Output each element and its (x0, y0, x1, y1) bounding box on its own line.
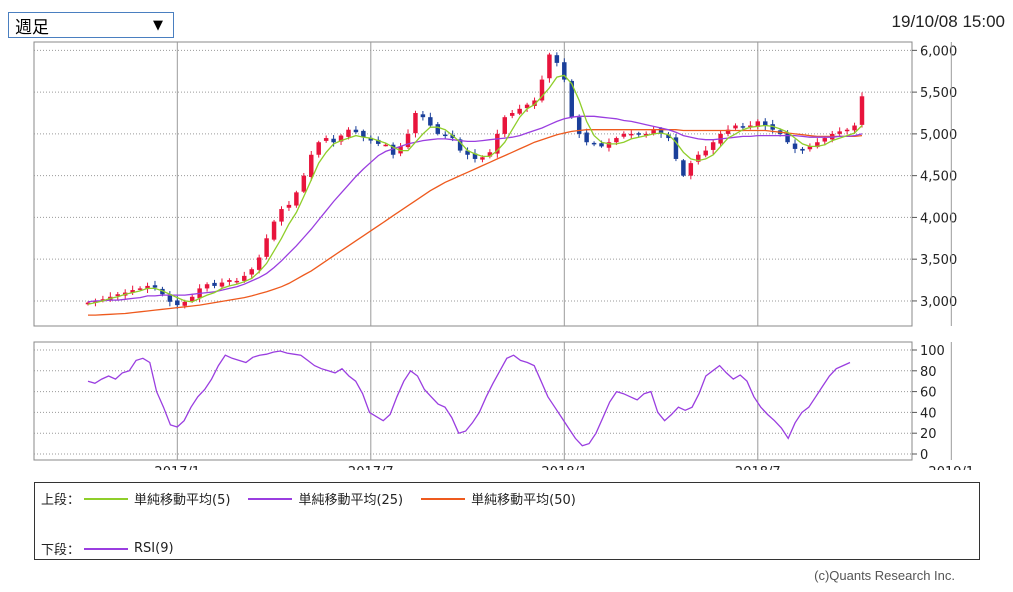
candle-body (219, 282, 225, 287)
candle-body (212, 282, 217, 286)
rsi-tick-label: 60 (920, 386, 937, 401)
candle-body (822, 138, 828, 142)
candle-body (175, 300, 180, 306)
candle-body (323, 138, 329, 141)
x-tick-label: 2017/1 (154, 465, 200, 470)
candle-body (599, 143, 604, 147)
candle-body (309, 154, 314, 177)
candle-body (480, 157, 485, 160)
x-tick-label: 2018/7 (735, 465, 781, 470)
candle-body (242, 275, 247, 281)
legend-item-rsi: RSI(9) (80, 541, 174, 556)
legend-item-sma25: 単純移動平均(25) (244, 489, 403, 508)
copyright: (c)Quants Research Inc. (814, 568, 955, 583)
candle-body (576, 117, 582, 134)
candle-body (279, 209, 284, 222)
candle-body (331, 138, 336, 143)
candle-body (420, 114, 426, 118)
candle-body (792, 143, 798, 149)
candle-body (346, 129, 351, 137)
candle-body (554, 55, 560, 63)
legend-item-sma50: 単純移動平均(50) (417, 489, 576, 508)
candle-body (844, 129, 850, 132)
candle-body (137, 288, 143, 290)
candle-body (547, 54, 552, 79)
rsi-tick-label: 100 (920, 344, 945, 359)
candle-body (428, 117, 433, 126)
legend-label-sma25: 単純移動平均(25) (298, 493, 404, 508)
candle-body (294, 192, 299, 206)
rsi-panel-frame (33, 341, 913, 461)
rsi-tick-label: 40 (920, 406, 937, 421)
candle-body (859, 96, 865, 125)
candle-body (227, 280, 232, 282)
legend-swatch-sma5 (84, 497, 129, 500)
legend-swatch-rsi (84, 547, 129, 550)
legend-label-sma50: 単純移動平均(50) (471, 493, 576, 508)
candle-body (182, 301, 187, 306)
candle-body (740, 126, 746, 128)
candle-body (837, 131, 842, 134)
candle-body (636, 133, 641, 135)
legend-upper-row: 上段： 単純移動平均(5) 単純移動平均(25) 単純移動平均(50) (41, 489, 590, 508)
legend-label-rsi: RSI(9) (134, 541, 174, 556)
candle-body (316, 142, 321, 155)
candle-body (710, 142, 716, 150)
candle-body (681, 160, 686, 176)
x-tick-label: 2018/1 (541, 465, 587, 470)
candle-body (703, 150, 708, 156)
candle-body (509, 113, 515, 116)
candle-body (152, 285, 158, 288)
candle-body (286, 204, 292, 208)
candle-body (517, 108, 522, 114)
candle-body (852, 125, 857, 131)
rsi-tick-label: 20 (920, 427, 937, 442)
rsi-tick-label: 80 (920, 365, 937, 380)
legend-box: 上段： 単純移動平均(5) 単純移動平均(25) 単純移動平均(50) 下段： … (34, 482, 980, 560)
legend-label-sma5: 単純移動平均(5) (134, 493, 231, 508)
candle-body (733, 125, 738, 129)
candle-body (256, 257, 262, 270)
rsi-tick-label: 0 (920, 448, 928, 463)
candle-body (435, 124, 441, 134)
legend-lower-row: 下段： RSI(9) (41, 539, 188, 558)
legend-item-sma5: 単純移動平均(5) (80, 489, 230, 508)
legend-swatch-sma25 (248, 497, 293, 500)
price-panel-frame (33, 41, 913, 327)
candle-body (629, 133, 634, 136)
legend-upper-label: 上段： (41, 493, 81, 508)
candle-body (614, 138, 619, 143)
candle-body (591, 142, 597, 145)
candle-body (800, 148, 805, 151)
legend-swatch-sma50 (421, 497, 466, 500)
candle-body (204, 284, 210, 289)
candle-body (234, 280, 240, 283)
candle-body (413, 113, 418, 134)
x-tick-label: 2019/1 (928, 465, 974, 470)
candle-body (383, 144, 388, 147)
candle-body (249, 269, 254, 275)
candle-body (502, 117, 508, 134)
x-tick-label: 2017/7 (348, 465, 394, 470)
candle-body (688, 163, 694, 176)
candle-body (621, 133, 627, 137)
candle-body (353, 129, 359, 133)
candle-body (584, 132, 589, 143)
candle-body (301, 175, 307, 192)
candle-body (442, 134, 448, 137)
stock-chart: 3,0003,5004,0004,5005,0005,5006,00002040… (33, 41, 974, 470)
legend-lower-label: 下段： (41, 543, 81, 558)
candle-body (271, 221, 277, 240)
candle-body (264, 238, 269, 257)
candle-body (785, 133, 790, 143)
